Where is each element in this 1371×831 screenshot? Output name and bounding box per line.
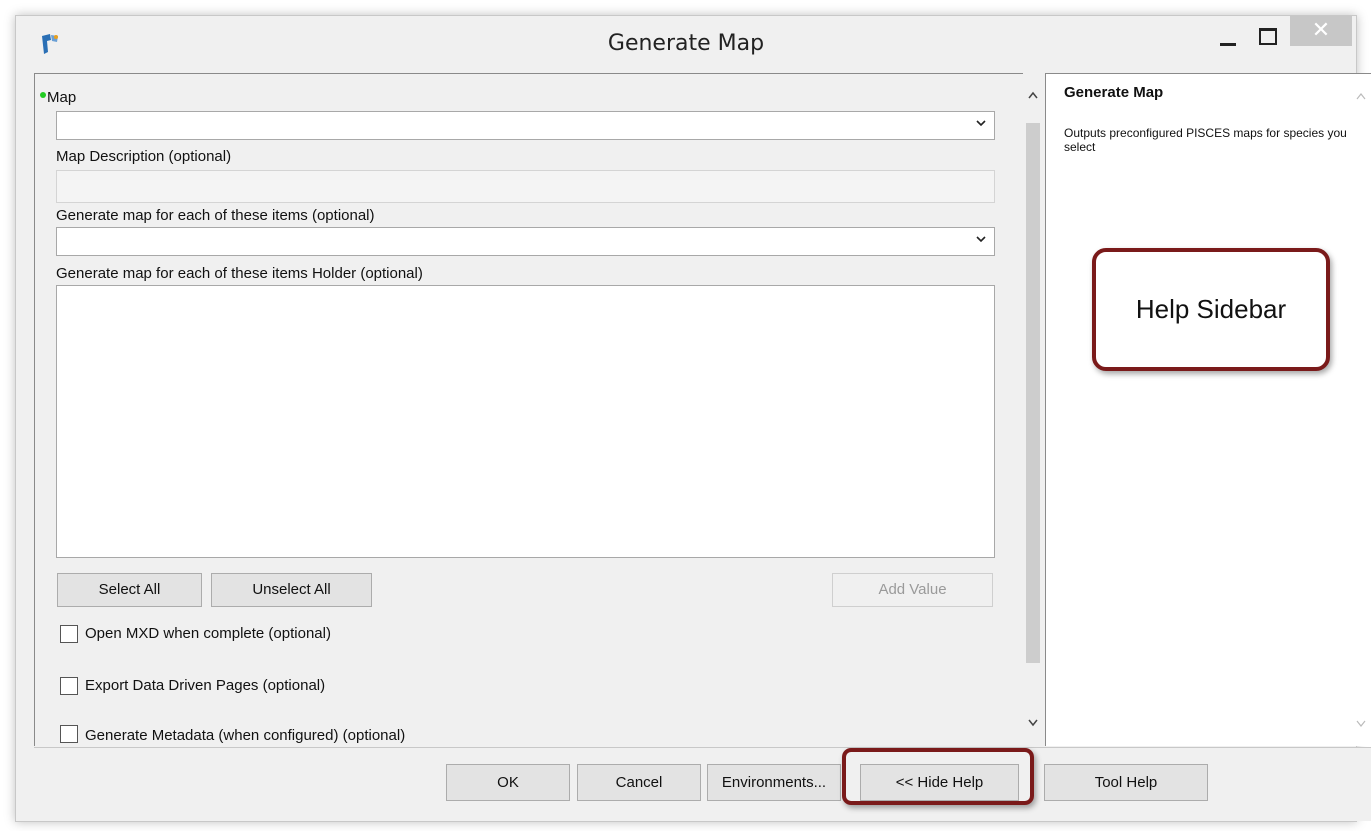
required-indicator-icon bbox=[40, 92, 46, 98]
help-title: Generate Map bbox=[1064, 84, 1164, 101]
help-scroll-up-icon[interactable] bbox=[1356, 92, 1366, 100]
chevron-down-icon bbox=[976, 236, 986, 243]
items-combobox[interactable] bbox=[56, 227, 995, 256]
dialog-window: Generate Map ✕ Map Map Description (opti… bbox=[15, 15, 1371, 822]
map-description-label: Map Description (optional) bbox=[56, 148, 232, 165]
open-mxd-label: Open MXD when complete (optional) bbox=[85, 625, 331, 642]
ok-button[interactable]: OK bbox=[446, 764, 570, 801]
generate-metadata-label: Generate Metadata (when configured) (opt… bbox=[85, 727, 406, 744]
help-sidebar: Generate Map Outputs preconfigured PISCE… bbox=[1045, 73, 1371, 746]
add-value-button[interactable]: Add Value bbox=[832, 573, 993, 607]
close-button[interactable]: ✕ bbox=[1290, 16, 1352, 46]
help-scroll-down-icon[interactable] bbox=[1356, 720, 1366, 728]
maximize-button[interactable] bbox=[1252, 22, 1282, 52]
hide-help-highlight bbox=[842, 748, 1034, 805]
map-combobox[interactable] bbox=[56, 111, 995, 140]
parameters-scrollbar[interactable] bbox=[1023, 73, 1043, 745]
scroll-down-icon[interactable] bbox=[1028, 719, 1038, 727]
minimize-button[interactable] bbox=[1212, 22, 1242, 52]
cancel-button[interactable]: Cancel bbox=[577, 764, 701, 801]
unselect-all-button[interactable]: Unselect All bbox=[211, 573, 372, 607]
map-label: Map bbox=[47, 89, 77, 106]
export-ddp-checkbox[interactable] bbox=[60, 677, 78, 695]
export-ddp-label: Export Data Driven Pages (optional) bbox=[85, 677, 326, 694]
scroll-up-icon[interactable] bbox=[1028, 91, 1038, 99]
help-description: Outputs preconfigured PISCES maps for sp… bbox=[1064, 126, 1347, 154]
parameters-panel: Map Map Description (optional) Generate … bbox=[34, 73, 1023, 746]
scrollbar-thumb[interactable] bbox=[1026, 123, 1040, 663]
items-label: Generate map for each of these items (op… bbox=[56, 207, 375, 224]
button-bar: OK Cancel Environments... << Hide Help T… bbox=[34, 747, 1371, 821]
select-all-button[interactable]: Select All bbox=[57, 573, 202, 607]
chevron-down-icon bbox=[976, 120, 986, 127]
title-bar: Generate Map ✕ bbox=[16, 16, 1356, 71]
help-sidebar-callout: Help Sidebar bbox=[1092, 248, 1330, 371]
items-holder-label: Generate map for each of these items Hol… bbox=[56, 265, 423, 282]
map-description-field bbox=[56, 170, 995, 203]
open-mxd-checkbox[interactable] bbox=[60, 625, 78, 643]
tool-help-button[interactable]: Tool Help bbox=[1044, 764, 1208, 801]
window-title: Generate Map bbox=[607, 31, 765, 56]
items-holder-listbox[interactable] bbox=[56, 285, 995, 558]
generate-metadata-checkbox[interactable] bbox=[60, 725, 78, 743]
callout-text: Help Sidebar bbox=[1135, 294, 1287, 324]
environments-button[interactable]: Environments... bbox=[707, 764, 841, 801]
